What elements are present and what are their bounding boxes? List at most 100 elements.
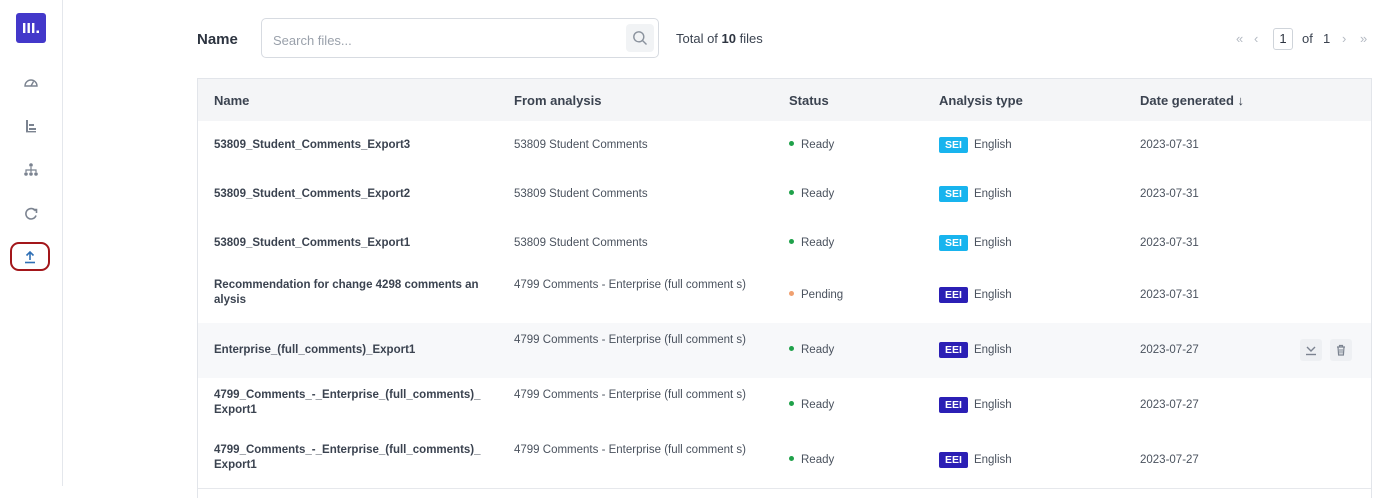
table-row[interactable]: Recommendation for change 4298 comments … xyxy=(198,268,1371,324)
status-cell: Ready xyxy=(789,398,834,413)
upload-icon xyxy=(25,250,35,263)
column-header-status[interactable]: Status xyxy=(789,93,829,108)
file-name[interactable]: 53809_Student_Comments_Export3 xyxy=(214,138,489,153)
from-analysis: 4799 Comments - Enterprise (full comment… xyxy=(514,279,746,291)
total-number: 10 xyxy=(721,31,736,46)
sort-desc-icon: ↓ xyxy=(1237,93,1245,108)
date-generated: 2023-07-31 xyxy=(1140,237,1199,249)
from-analysis: 4799 Comments - Enterprise (full comment… xyxy=(514,389,746,401)
first-page-icon[interactable]: « xyxy=(1236,31,1243,46)
logo-bars-icon xyxy=(23,23,39,33)
language-text: English xyxy=(973,237,1012,249)
column-header-from-analysis[interactable]: From analysis xyxy=(514,93,601,108)
files-table: Name From analysis Status Analysis type … xyxy=(197,78,1372,498)
analysis-type-badge: EEI xyxy=(939,342,968,358)
file-name[interactable]: 4799_Comments_-_Enterprise_(full_comment… xyxy=(214,388,489,418)
date-generated: 2023-07-27 xyxy=(1140,344,1199,356)
table-row[interactable]: 53809_Student_Comments_Export2 53809 Stud… xyxy=(198,170,1371,220)
status-cell: Ready xyxy=(789,343,834,358)
current-page-input[interactable]: 1 xyxy=(1273,28,1293,50)
download-icon xyxy=(1306,346,1316,356)
status-text: Ready xyxy=(801,454,835,466)
column-header-analysis-type[interactable]: Analysis type xyxy=(939,93,1023,108)
file-name[interactable]: 53809_Student_Comments_Export2 xyxy=(214,187,489,202)
app-logo[interactable] xyxy=(16,13,46,43)
nav-hierarchy[interactable] xyxy=(14,157,48,183)
analysis-type-badge: EEI xyxy=(939,397,968,413)
from-analysis: 53809 Student Comments xyxy=(514,188,648,200)
analysis-type-cell: EEI English xyxy=(939,342,1012,358)
status-dot xyxy=(789,141,794,146)
status-cell: Ready xyxy=(789,236,834,251)
date-generated: 2023-07-31 xyxy=(1140,188,1199,200)
nav-exports-active[interactable] xyxy=(10,242,50,271)
status-text: Ready xyxy=(801,139,835,151)
status-dot xyxy=(789,456,794,461)
refresh-cycle-icon xyxy=(25,207,38,220)
row-actions xyxy=(1300,339,1352,361)
analysis-type-cell: EEI English xyxy=(939,397,1012,413)
analysis-type-cell: SEI English xyxy=(939,186,1012,202)
language-text: English xyxy=(973,399,1012,411)
from-analysis: 4799 Comments - Enterprise (full comment… xyxy=(514,334,746,346)
table-row[interactable]: 4799_Comments_-_Enterprise_(full_comment… xyxy=(198,378,1371,434)
name-filter-label: Name xyxy=(197,31,238,48)
column-header-date-generated[interactable]: Date generated ↓ xyxy=(1140,93,1244,108)
date-generated-label: Date generated xyxy=(1140,93,1234,108)
table-row[interactable]: 4799_Comments_-_Enterprise_(full_comment… xyxy=(198,433,1371,489)
table-row[interactable]: 53809_Student_Comments_Export3 53809 Stud… xyxy=(198,121,1371,171)
table-row[interactable]: 53809_Student_Comments_Export1 53809 Stud… xyxy=(198,219,1371,269)
file-name[interactable]: Enterprise_(full_comments)_Export1 xyxy=(214,343,489,358)
table-header: Name From analysis Status Analysis type … xyxy=(198,79,1371,122)
prev-page-icon[interactable]: ‹ xyxy=(1254,31,1258,46)
search-button[interactable] xyxy=(626,24,654,52)
search-box xyxy=(261,18,659,58)
analysis-type-badge: EEI xyxy=(939,287,968,303)
analysis-type-badge: EEI xyxy=(939,452,968,468)
language-text: English xyxy=(973,289,1012,301)
last-page-icon[interactable]: » xyxy=(1360,31,1367,46)
date-generated: 2023-07-31 xyxy=(1140,289,1199,301)
from-analysis: 4799 Comments - Enterprise (full comment… xyxy=(514,444,746,456)
language-text: English xyxy=(973,139,1012,151)
status-text: Ready xyxy=(801,344,835,356)
file-name[interactable]: Recommendation for change 4298 comments … xyxy=(214,278,489,308)
total-files-count: Total of 10 files xyxy=(676,31,763,46)
language-text: English xyxy=(973,454,1012,466)
download-button[interactable] xyxy=(1300,339,1322,361)
total-pages: 1 xyxy=(1323,31,1331,46)
delete-button[interactable] xyxy=(1330,339,1352,361)
analysis-type-badge: SEI xyxy=(939,186,968,202)
date-generated: 2023-07-27 xyxy=(1140,399,1199,411)
analysis-type-cell: EEI English xyxy=(939,287,1012,303)
status-dot xyxy=(789,401,794,406)
total-prefix: Total of xyxy=(676,31,722,46)
search-icon xyxy=(633,31,647,45)
file-name[interactable]: 4799_Comments_-_Enterprise_(full_comment… xyxy=(214,443,489,473)
bar-chart-icon xyxy=(26,120,36,133)
status-text: Ready xyxy=(801,399,835,411)
from-analysis: 53809 Student Comments xyxy=(514,237,648,249)
trash-icon xyxy=(1337,344,1345,356)
status-cell: Pending xyxy=(789,288,843,303)
nav-refresh[interactable] xyxy=(14,201,48,227)
status-cell: Ready xyxy=(789,138,834,153)
language-text: English xyxy=(973,344,1012,356)
language-text: English xyxy=(973,188,1012,200)
search-input[interactable] xyxy=(271,29,615,51)
nav-dashboard[interactable] xyxy=(14,69,48,95)
dashboard-gauge-icon xyxy=(24,79,38,87)
file-name[interactable]: 53809_Student_Comments_Export1 xyxy=(214,236,489,251)
status-cell: Ready xyxy=(789,453,834,468)
status-text: Pending xyxy=(801,289,844,301)
sidebar xyxy=(0,0,63,486)
table-row[interactable]: Enterprise_(full_comments)_Export1 4799 C… xyxy=(198,323,1371,379)
column-header-name[interactable]: Name xyxy=(214,93,249,108)
next-page-icon[interactable]: › xyxy=(1342,31,1346,46)
status-cell: Ready xyxy=(789,187,834,202)
nav-reports[interactable] xyxy=(14,113,48,139)
analysis-type-badge: SEI xyxy=(939,235,968,251)
status-text: Ready xyxy=(801,188,835,200)
analysis-type-badge: SEI xyxy=(939,137,968,153)
date-generated: 2023-07-27 xyxy=(1140,454,1199,466)
